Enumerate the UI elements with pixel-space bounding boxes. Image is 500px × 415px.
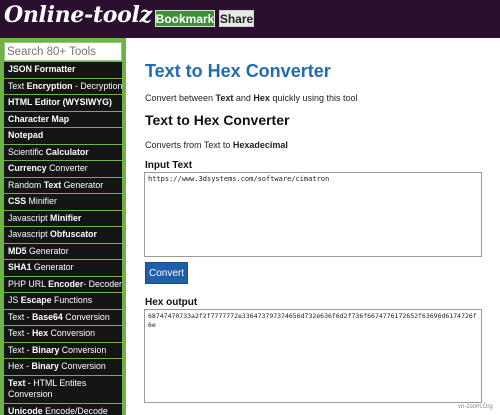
menu-item-bold-text: Binary <box>31 361 59 371</box>
sidebar-menu-item[interactable]: Hex - Binary Conversion <box>4 359 122 376</box>
menu-item-text: Javascript <box>8 212 51 223</box>
menu-item-text: - Decryption <box>72 80 122 91</box>
sidebar-menu-item[interactable]: Scientific Calculator <box>4 144 122 161</box>
convert-button[interactable]: Convert <box>145 262 188 284</box>
input-text-area[interactable]: https://www.3dsystems.com/software/cimat… <box>144 172 482 257</box>
menu-item-text: Functions <box>51 295 93 305</box>
menu-item-bold-text: Text <box>8 377 26 388</box>
menu-item-bold-text: Calculator <box>45 146 89 157</box>
menu-item-text: Scientific <box>8 146 46 157</box>
menu-item-text: JS <box>8 295 21 305</box>
menu-item-text: Generator <box>31 262 74 272</box>
menu-item-bold-text: Unicode <box>8 405 43 415</box>
menu-item-text: PHP URL <box>8 278 49 289</box>
section-title: Text to Hex Converter <box>145 112 290 128</box>
sidebar-menu-item[interactable]: Text - HTML Entites Conversion <box>4 375 122 404</box>
intro-text-bold: Text <box>215 93 234 103</box>
menu-item-bold-text: Currency <box>8 163 47 173</box>
intro-text: Convert between Text and Hex quickly usi… <box>145 93 357 103</box>
sidebar-menu-item[interactable]: HTML Editor (WYSIWYG) <box>4 95 122 112</box>
sidebar-menu-item[interactable]: Javascript Obfuscator <box>4 227 122 244</box>
section-description-bold: Hexadecimal <box>232 140 288 150</box>
sidebar-menu-item[interactable]: Unicode Encode/Decode <box>4 403 122 415</box>
menu-item-text: Conversion <box>48 328 96 338</box>
sidebar-menu-item[interactable]: Text Encryption - Decryption <box>4 78 122 95</box>
menu-item-text: Text - <box>8 311 32 322</box>
menu-item-bold-text: Encoder <box>48 278 84 289</box>
menu-item-text: Hex - <box>8 361 32 371</box>
watermark-text: vn-zoom.Org <box>458 404 493 410</box>
menu-item-bold-text: MD5 <box>8 245 27 256</box>
menu-item-bold-text: CSS <box>8 196 27 206</box>
sidebar-menu-item[interactable]: CSS Minifier <box>4 194 122 211</box>
menu-item-bold-text: Binary <box>31 344 60 355</box>
menu-item-bold-text: Hex <box>31 328 49 338</box>
intro-text-part: and <box>233 93 254 103</box>
menu-item-text: - Decoder <box>83 278 122 289</box>
menu-item-bold-text: SHA1 <box>8 262 32 272</box>
sidebar-menu-item[interactable]: Text - Binary Conversion <box>4 342 122 359</box>
sidebar-menu-item[interactable]: Character Map <box>4 111 122 128</box>
sidebar-menu-item[interactable]: JSON Formatter <box>4 62 122 79</box>
site-logo[interactable]: Online-toolz <box>4 2 152 28</box>
menu-item-bold-text: Character Map <box>8 113 70 124</box>
sidebar-menu-item[interactable]: Javascript Minifier <box>4 210 122 227</box>
section-description-part: Converts from Text to <box>145 140 233 150</box>
menu-item-text: Encode/Decode <box>42 405 108 415</box>
menu-item-text: Text <box>8 80 27 91</box>
intro-text-part: Convert between <box>145 93 216 103</box>
menu-item-text: Conversion <box>62 311 110 322</box>
menu-item-text: Conversion <box>59 344 107 355</box>
menu-item-text: Javascript <box>8 229 51 239</box>
sidebar: JSON Formatter Text Encryption - Decrypti… <box>0 38 126 415</box>
menu-item-text: Minifier <box>26 196 57 206</box>
sidebar-menu-item[interactable]: SHA1 Generator <box>4 260 122 277</box>
top-header: Online-toolz Bookmark Share <box>0 0 500 38</box>
intro-text-bold: Hex <box>253 93 270 103</box>
page-title: Text to Hex Converter <box>145 61 331 81</box>
search-input[interactable] <box>4 42 122 61</box>
sidebar-menu-item[interactable]: Text - Base64 Conversion <box>4 309 122 326</box>
output-label: Hex output <box>145 297 198 308</box>
sidebar-menu-item[interactable]: Random Text Generator <box>4 177 122 194</box>
menu-item-bold-text: Encryption <box>26 80 73 91</box>
hex-output-area[interactable]: 68747470733a2f2f7777772e336473797374656d… <box>144 309 482 403</box>
menu-item-text: Random <box>8 179 44 190</box>
menu-item-text: Text - <box>8 328 32 338</box>
menu-item-text: Text - <box>8 344 32 355</box>
sidebar-menu-item[interactable]: Notepad <box>4 128 122 145</box>
menu-item-bold-text: HTML Editor (WYSIWYG) <box>8 97 112 107</box>
sidebar-menu-item[interactable]: Currency Converter <box>4 161 122 178</box>
sidebar-menu-item[interactable]: PHP URL Encoder- Decoder <box>4 276 122 293</box>
menu-item-bold-text: Minifier <box>50 212 82 223</box>
menu-item-text: Converter <box>46 163 88 173</box>
sidebar-menu-item[interactable]: Text - Hex Conversion <box>4 326 122 343</box>
menu-item-text: Conversion <box>58 361 106 371</box>
menu-item-bold-text: JSON Formatter <box>8 64 76 74</box>
menu-item-text: Generator <box>61 179 104 190</box>
input-label: Input Text <box>145 160 193 171</box>
menu-item-text: Generator <box>26 245 69 256</box>
menu-item-bold-text: Obfuscator <box>50 229 97 239</box>
menu-item-bold-text: Escape <box>20 295 52 305</box>
intro-text-part: quickly using this tool <box>269 93 358 103</box>
sidebar-menu-item[interactable]: JS Escape Functions <box>4 293 122 310</box>
bookmark-button[interactable]: Bookmark <box>155 10 215 27</box>
sidebar-menu-item[interactable]: MD5 Generator <box>4 243 122 260</box>
section-description: Converts from Text to Hexadecimal <box>145 140 288 150</box>
menu-item-bold-text: Notepad <box>8 130 44 140</box>
tool-menu: JSON Formatter Text Encryption - Decrypti… <box>4 62 122 415</box>
menu-item-bold-text: Text <box>43 179 62 190</box>
share-button[interactable]: Share <box>219 10 254 27</box>
menu-item-bold-text: Base64 <box>31 311 63 322</box>
